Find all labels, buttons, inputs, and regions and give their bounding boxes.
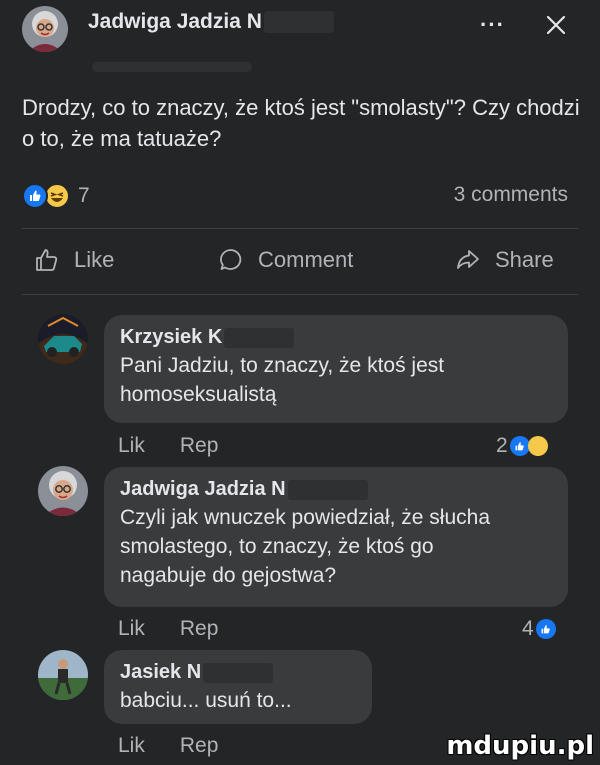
comment-label: Comment <box>258 247 354 272</box>
comment-author-text: Jadwiga Jadzia N <box>120 478 286 500</box>
thumbs-up-icon <box>36 249 58 271</box>
post-meta-censored <box>92 62 252 72</box>
comment-bubble: Krzysiek K Pani Jadziu, to znaczy, że kt… <box>104 315 568 423</box>
comment-bubble-icon <box>220 249 242 270</box>
comment-actions: Lik Rep <box>118 434 253 458</box>
more-icon[interactable]: ··· <box>480 12 505 38</box>
comment-like-button[interactable]: Lik <box>118 734 145 758</box>
comment-text: Pani Jadziu, to znaczy, że ktoś jest hom… <box>120 354 445 406</box>
comment-text: babciu... usuń to... <box>120 689 292 712</box>
post-reactions[interactable]: 7 <box>22 182 90 210</box>
like-reaction-icon <box>535 619 556 639</box>
comment-reply-button[interactable]: Rep <box>180 617 219 641</box>
censor-bar <box>263 11 334 34</box>
comment-like-button[interactable]: Lik <box>118 617 145 641</box>
reaction-count: 7 <box>78 184 90 207</box>
like-reaction-icon <box>509 436 530 456</box>
comment-author-text: Jasiek N <box>120 661 202 683</box>
comment-author[interactable]: Jasiek N <box>120 658 356 686</box>
comment-reactions[interactable]: 2 <box>496 434 548 458</box>
post-author-name-text: Jadwiga Jadzia N <box>88 10 262 33</box>
post-author-avatar[interactable] <box>22 6 68 52</box>
like-button[interactable]: Like <box>34 243 114 277</box>
haha-reaction-icon <box>527 436 548 456</box>
censor-bar <box>203 662 274 683</box>
comment-reply-button[interactable]: Rep <box>180 734 219 758</box>
comment-bubble: Jasiek N babciu... usuń to... <box>104 650 372 724</box>
comment-button[interactable]: Comment <box>218 243 353 277</box>
watermark: mdupiu.pl <box>446 731 594 761</box>
comment-avatar[interactable] <box>38 314 88 364</box>
comment-reaction-count: 4 <box>522 617 534 640</box>
comment-avatar[interactable] <box>38 466 88 516</box>
censor-bar <box>224 327 295 348</box>
post-author-name[interactable]: Jadwiga Jadzia N <box>88 10 334 34</box>
comment-bubble: Jadwiga Jadzia N Czyli jak wnuczek powie… <box>104 467 568 607</box>
censor-bar <box>287 479 368 500</box>
comments-count[interactable]: 3 comments <box>454 183 568 207</box>
comment-reactions[interactable]: 4 <box>522 617 556 641</box>
comment-like-button[interactable]: Lik <box>118 434 145 458</box>
share-button[interactable]: Share <box>455 243 554 277</box>
divider <box>22 294 578 295</box>
like-reaction-icon <box>22 183 48 209</box>
comment-text: Czyli jak wnuczek powiedział, że słucha … <box>120 506 490 587</box>
divider <box>22 228 578 229</box>
comment-avatar[interactable] <box>38 650 88 700</box>
post-text: Drodzy, co to znaczy, że ktoś jest "smol… <box>22 95 580 151</box>
close-icon[interactable] <box>545 14 567 36</box>
share-label: Share <box>495 247 554 272</box>
comment-actions: Lik Rep <box>118 734 253 758</box>
comment-actions: Lik Rep <box>118 617 253 641</box>
like-label: Like <box>74 247 115 272</box>
comment-author[interactable]: Krzysiek K <box>120 323 552 351</box>
comment-reaction-count: 2 <box>496 434 508 457</box>
share-arrow-icon <box>457 250 479 269</box>
comment-author[interactable]: Jadwiga Jadzia N <box>120 475 552 503</box>
comment-author-text: Krzysiek K <box>120 326 223 348</box>
comment-reply-button[interactable]: Rep <box>180 434 219 458</box>
